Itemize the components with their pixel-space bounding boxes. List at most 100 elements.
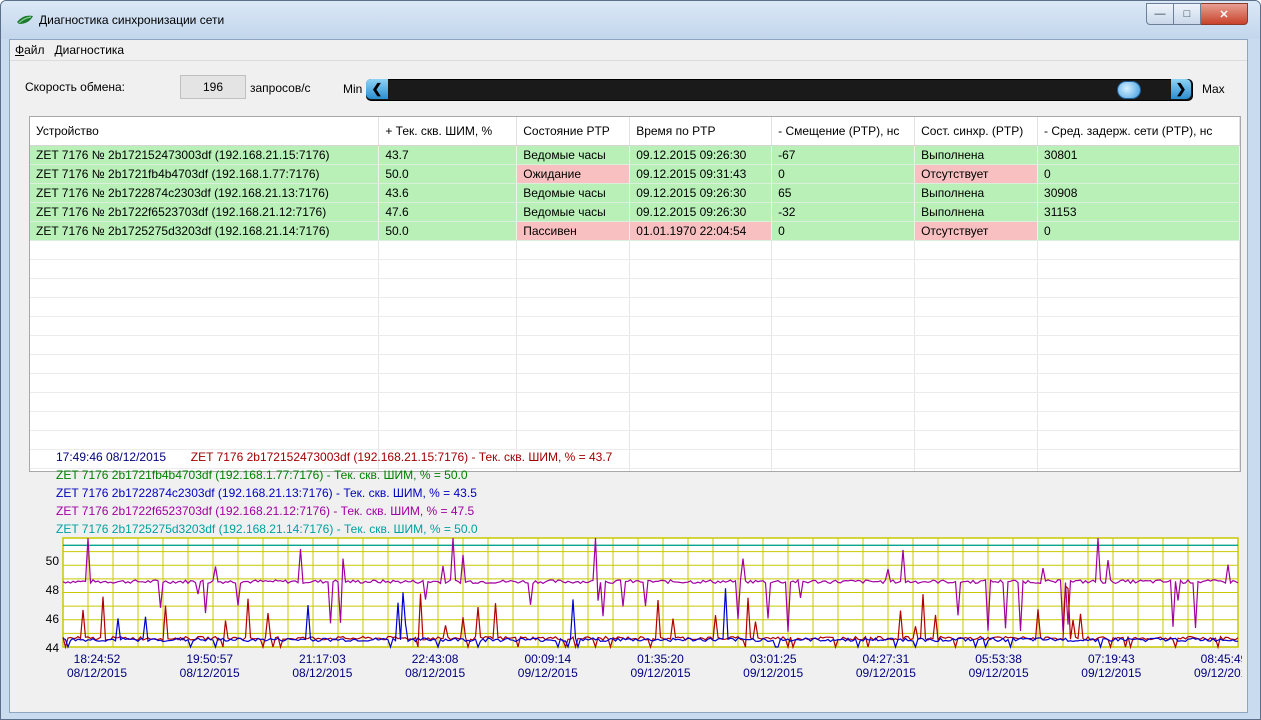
empty-row [30, 278, 1240, 298]
table-cell: Ведомые часы [516, 183, 631, 203]
slider-max-label: Max [1202, 82, 1225, 96]
table-cell: -67 [771, 145, 916, 165]
empty-row [30, 335, 1240, 355]
table-cell: 50.0 [378, 221, 518, 241]
x-tick-label: 22:43:08 08/12/2015 [405, 652, 465, 680]
empty-row [30, 373, 1240, 393]
legend-entry: ZET 7176 2b1722874c2303df (192.168.21.13… [56, 486, 477, 500]
table-cell: 09.12.2015 09:31:43 [629, 164, 773, 184]
legend-row-first: 17:49:46 08/12/2015 ZET 7176 2b172152473… [56, 448, 612, 466]
x-tick-label: 03:01:25 09/12/2015 [743, 652, 803, 680]
menu-file[interactable]: Файл [10, 40, 50, 60]
table-cell: 01.01.1970 22:04:54 [629, 221, 773, 241]
legend-timestamp: 17:49:46 08/12/2015 [56, 450, 167, 464]
table-cell: ZET 7176 № 2b172152473003df (192.168.21.… [30, 145, 380, 165]
table-cell: 43.6 [378, 183, 518, 203]
table-cell: ZET 7176 № 2b1722f6523703df (192.168.21.… [30, 202, 380, 222]
speed-slider[interactable] [366, 79, 1193, 101]
x-tick-label: 19:50:57 08/12/2015 [180, 652, 240, 680]
y-tick-label: 46 [46, 612, 60, 626]
x-tick-label: 01:35:20 09/12/2015 [630, 652, 690, 680]
table-cell: 43.7 [378, 145, 518, 165]
table-cell: -32 [771, 202, 916, 222]
table-cell: 0 [771, 164, 916, 184]
table-cell: 0 [771, 221, 916, 241]
column-header[interactable]: - Смещение (PTP), нс [771, 117, 916, 146]
column-header[interactable]: Состояние PTP [516, 117, 631, 146]
table-cell: 09.12.2015 09:26:30 [629, 183, 773, 203]
table-cell: 09.12.2015 09:26:30 [629, 145, 773, 165]
table-cell: 47.6 [378, 202, 518, 222]
column-header[interactable]: - Сред. задерж. сети (PTP), нс [1037, 117, 1240, 146]
x-tick-label: 08:45:4909/12/2015 [1194, 652, 1242, 680]
table-cell: 50.0 [378, 164, 518, 184]
chart-legend: 17:49:46 08/12/2015 ZET 7176 2b172152473… [56, 448, 612, 538]
table-cell: Выполнена [914, 145, 1039, 165]
table-cell: 0 [1037, 221, 1240, 241]
table-cell: ZET 7176 № 2b1725275d3203df (192.168.21.… [30, 221, 380, 241]
table-cell: 0 [1037, 164, 1240, 184]
column-header[interactable]: Устройство [30, 117, 380, 146]
table-cell: 30908 [1037, 183, 1240, 203]
table-cell: 09.12.2015 09:26:30 [629, 202, 773, 222]
x-tick-label: 00:09:14 09/12/2015 [518, 652, 578, 680]
menu-diagnostics[interactable]: Диагностика [50, 40, 130, 60]
slider-left-arrow-icon[interactable]: ❮ [366, 79, 388, 99]
x-tick-label: 07:19:43 09/12/2015 [1081, 652, 1141, 680]
y-tick-label: 44 [46, 641, 60, 655]
table-cell: 31153 [1037, 202, 1240, 222]
empty-row [30, 411, 1240, 431]
table-cell: Ожидание [516, 164, 631, 184]
empty-row [30, 259, 1240, 279]
column-header[interactable]: + Тек. скв. ШИМ, % [378, 117, 518, 146]
empty-row [30, 392, 1240, 412]
column-header[interactable]: Сост. синхр. (PTP) [914, 117, 1039, 146]
empty-row [30, 316, 1240, 336]
client-area: Файл Диагностика Скорость обмена: 196 за… [9, 39, 1248, 713]
y-tick-label: 50 [46, 554, 60, 568]
title-bar[interactable]: Диагностика синхронизации сети — □ ✕ [1, 1, 1260, 39]
x-tick-label: 04:27:31 09/12/2015 [856, 652, 916, 680]
window-title: Диагностика синхронизации сети [39, 13, 225, 27]
table-cell: Выполнена [914, 202, 1039, 222]
table-cell: Выполнена [914, 183, 1039, 203]
table-cell: Отсутствует [914, 164, 1039, 184]
y-tick-label: 48 [46, 583, 60, 597]
close-button[interactable]: ✕ [1201, 3, 1248, 25]
minimize-icon: — [1154, 8, 1166, 20]
empty-row [30, 297, 1240, 317]
table-row[interactable]: ZET 7176 № 2b1722874c2303df (192.168.21.… [30, 183, 1240, 203]
exchange-speed-value: 196 [180, 75, 246, 99]
legend-entry: ZET 7176 2b172152473003df (192.168.21.15… [190, 450, 613, 464]
table-cell: Ведомые часы [516, 202, 631, 222]
minimize-button[interactable]: — [1146, 3, 1174, 25]
pwm-trend-chart[interactable]: 50 48 46 44 18:24:52 08/12/2015 19:50:57 08/12/… [20, 534, 1242, 704]
table-cell: Пассивен [516, 221, 631, 241]
table-cell: ZET 7176 № 2b1722874c2303df (192.168.21.… [30, 183, 380, 203]
table-cell: ZET 7176 № 2b1721fb4b4703df (192.168.1.7… [30, 164, 380, 184]
x-tick-label: 05:53:38 09/12/2015 [969, 652, 1029, 680]
legend-entry: ZET 7176 2b1721fb4b4703df (192.168.1.77:… [56, 468, 468, 482]
table-cell: Отсутствует [914, 221, 1039, 241]
slider-thumb[interactable] [1116, 81, 1141, 99]
table-cell: 30801 [1037, 145, 1240, 165]
main-window: Диагностика синхронизации сети — □ ✕ Фай… [0, 0, 1261, 720]
table-row[interactable]: ZET 7176 № 2b1721fb4b4703df (192.168.1.7… [30, 164, 1240, 184]
app-logo-icon [17, 15, 33, 24]
x-tick-label: 18:24:52 08/12/2015 [67, 652, 127, 680]
maximize-icon: □ [1183, 8, 1191, 20]
table-row[interactable]: ZET 7176 № 2b1725275d3203df (192.168.21.… [30, 221, 1240, 241]
close-icon: ✕ [1219, 8, 1229, 21]
table-row[interactable]: ZET 7176 № 2b172152473003df (192.168.21.… [30, 145, 1240, 165]
column-header[interactable]: Время по PTP [629, 117, 773, 146]
slider-right-arrow-icon[interactable]: ❯ [1171, 79, 1191, 99]
x-tick-label: 21:17:03 08/12/2015 [292, 652, 352, 680]
maximize-button[interactable]: □ [1174, 3, 1201, 25]
exchange-speed-unit: запросов/с [250, 81, 311, 95]
empty-row [30, 240, 1240, 260]
devices-table: Устройство + Тек. скв. ШИМ, % Состояние PT… [29, 116, 1241, 472]
table-cell: Ведомые часы [516, 145, 631, 165]
table-cell: 65 [771, 183, 916, 203]
table-row[interactable]: ZET 7176 № 2b1722f6523703df (192.168.21.… [30, 202, 1240, 222]
legend-entry: ZET 7176 2b1722f6523703df (192.168.21.12… [56, 504, 475, 518]
